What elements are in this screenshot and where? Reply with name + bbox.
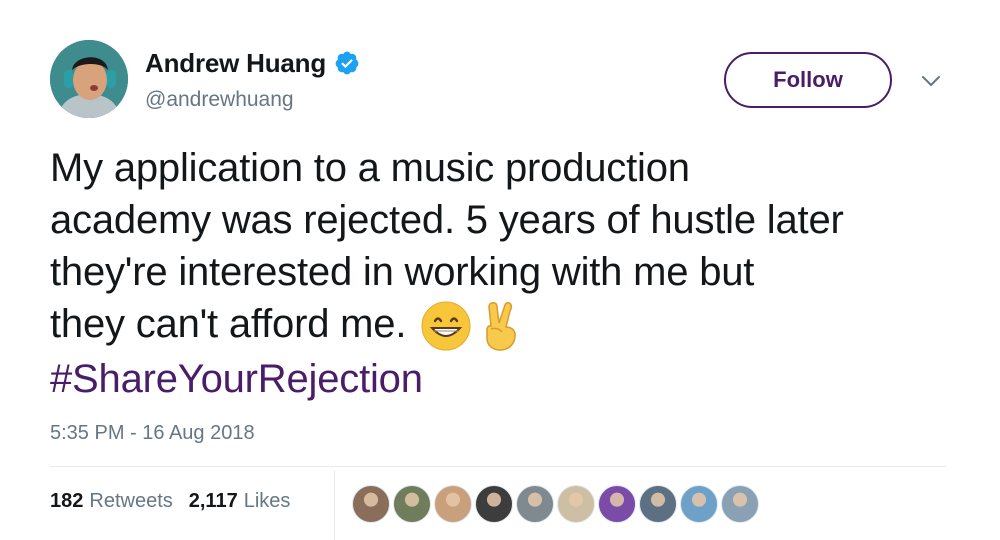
timestamp[interactable]: 5:35 PM - 16 Aug 2018 — [50, 422, 255, 445]
hashtag-link[interactable]: #ShareYourRejection — [50, 353, 970, 405]
display-name[interactable]: Andrew Huang — [145, 48, 326, 79]
avatar[interactable] — [50, 40, 128, 118]
retweets-count: 182 — [50, 490, 84, 512]
liker-avatar[interactable] — [393, 485, 431, 523]
user-handle[interactable]: @andrewhuang — [145, 88, 294, 112]
liker-avatar[interactable] — [721, 485, 759, 523]
liker-avatar[interactable] — [598, 485, 636, 523]
stats-divider — [334, 470, 335, 540]
tweet-stats: 182 Retweets 2,117 Likes — [50, 490, 306, 513]
tweet-text: My application to a music production aca… — [50, 142, 970, 405]
victory-hand-emoji-icon — [486, 302, 517, 352]
likes-label: Likes — [243, 490, 291, 512]
avatar-image — [50, 40, 128, 118]
name-row: Andrew Huang — [145, 46, 360, 80]
liker-avatar[interactable] — [434, 485, 472, 523]
liker-avatar[interactable] — [475, 485, 513, 523]
verified-badge-icon — [335, 51, 359, 75]
retweets-stat[interactable]: 182 Retweets — [50, 490, 173, 513]
liker-avatars — [352, 485, 762, 525]
retweets-label: Retweets — [89, 490, 173, 512]
grinning-face-emoji-icon — [421, 301, 471, 351]
likes-stat[interactable]: 2,117 Likes — [189, 490, 291, 513]
tweet-text-line: academy was rejected. 5 years of hustle … — [50, 198, 844, 242]
tweet-text-line: they can't afford me. — [50, 302, 407, 346]
liker-avatar[interactable] — [352, 485, 390, 523]
follow-button[interactable]: Follow — [724, 52, 892, 108]
tweet-text-line: My application to a music production — [50, 146, 690, 190]
tweet-text-line-with-emojis: they can't afford me. — [50, 298, 970, 353]
liker-avatar[interactable] — [557, 485, 595, 523]
liker-avatar[interactable] — [516, 485, 554, 523]
liker-avatar[interactable] — [680, 485, 718, 523]
likes-count: 2,117 — [188, 490, 238, 512]
tweet-text-line: they're interested in working with me bu… — [50, 250, 755, 294]
divider — [50, 466, 946, 467]
liker-avatar[interactable] — [639, 485, 677, 523]
tweet-card: Andrew Huang @andrewhuang Follow My appl… — [0, 0, 1000, 540]
chevron-down-icon[interactable] — [918, 70, 944, 92]
